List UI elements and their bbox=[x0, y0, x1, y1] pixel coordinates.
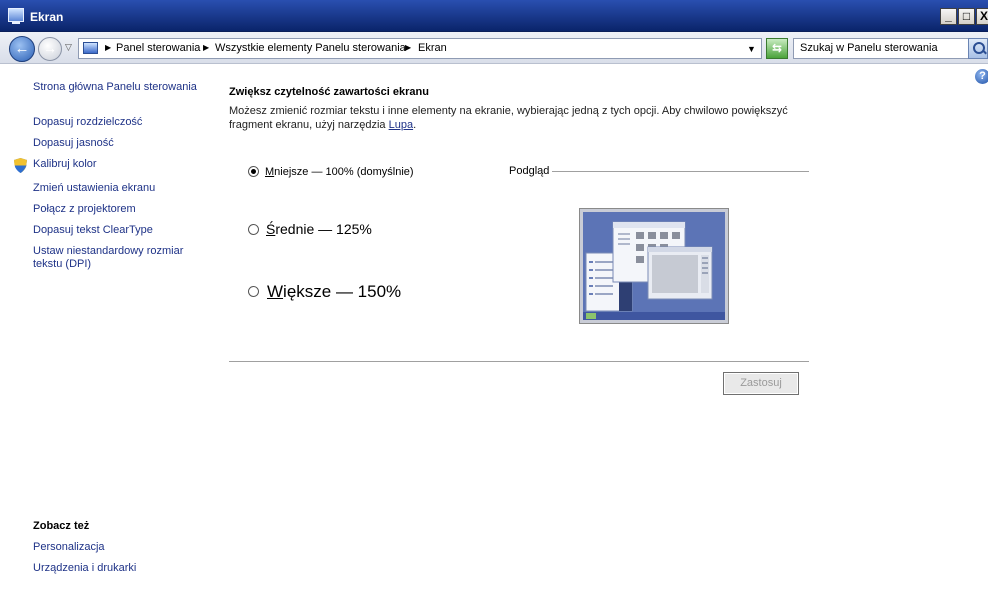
page-title: Zwiększ czytelność zawartości ekranu bbox=[229, 86, 429, 98]
sidebar-link-display-settings[interactable]: Zmień ustawienia ekranu bbox=[33, 182, 155, 195]
radio-smaller-mnemonic: M bbox=[265, 166, 275, 178]
search-icon[interactable] bbox=[968, 38, 988, 59]
see-also-title: Zobacz też bbox=[33, 520, 90, 532]
preview-divider bbox=[552, 171, 809, 172]
sidebar-link-dpi-line1[interactable]: Ustaw niestandardowy rozmiar bbox=[33, 245, 183, 258]
back-button[interactable]: ← bbox=[9, 36, 35, 62]
radio-larger-text: iększe — 150% bbox=[283, 282, 402, 301]
title-bar: Ekran _ □ X bbox=[0, 0, 988, 32]
shield-icon bbox=[14, 158, 27, 173]
sidebar-link-brightness[interactable]: Dopasuj jasność bbox=[33, 137, 114, 150]
sidebar-link-cleartype[interactable]: Dopasuj tekst ClearType bbox=[33, 224, 153, 237]
breadcrumb-ekran[interactable]: Ekran bbox=[418, 42, 447, 54]
radio-medium-label[interactable]: Średnie — 125% bbox=[266, 221, 372, 237]
refresh-button[interactable]: ⇆ bbox=[766, 38, 788, 59]
sidebar-link-devices-printers[interactable]: Urządzenia i drukarki bbox=[33, 562, 136, 575]
address-bar: ← → ▽ ▶ Panel sterowania ▶ Wszystkie ele… bbox=[0, 32, 988, 64]
preview-image bbox=[579, 208, 729, 324]
magnifier-link[interactable]: Lupa bbox=[389, 119, 413, 131]
chevron-down-icon[interactable]: ▼ bbox=[747, 44, 756, 54]
monitor-icon bbox=[8, 8, 24, 24]
arrow-right-icon: → bbox=[43, 40, 57, 56]
maximize-button[interactable]: □ bbox=[958, 8, 975, 25]
help-icon[interactable]: ? bbox=[975, 69, 988, 84]
chevron-right-icon[interactable]: ▶ bbox=[405, 43, 411, 52]
sidebar-link-calibrate[interactable]: Kalibruj kolor bbox=[33, 158, 97, 171]
sidebar-link-personalization[interactable]: Personalizacja bbox=[33, 541, 105, 554]
radio-medium[interactable] bbox=[248, 224, 259, 235]
radio-larger-label[interactable]: Większe — 150% bbox=[267, 282, 401, 302]
preview-illustration bbox=[583, 212, 725, 320]
close-button[interactable]: X bbox=[976, 8, 988, 25]
control-panel-icon bbox=[83, 42, 98, 54]
sidebar: Strona główna Panelu sterowania Dopasuj … bbox=[0, 64, 210, 589]
sidebar-link-resolution[interactable]: Dopasuj rozdzielczość bbox=[33, 116, 142, 129]
sidebar-link-dpi-line2[interactable]: tekstu (DPI) bbox=[33, 258, 91, 271]
arrow-left-icon: ← bbox=[14, 40, 30, 57]
content-divider bbox=[229, 361, 809, 362]
description-period: . bbox=[413, 119, 417, 131]
apply-button[interactable]: Zastosuj bbox=[723, 372, 799, 395]
radio-larger-mnemonic: W bbox=[267, 282, 284, 301]
preview-label: Podgląd bbox=[509, 165, 550, 177]
recent-pages-dropdown[interactable]: ▽ bbox=[65, 42, 72, 53]
forward-button[interactable]: → bbox=[38, 37, 62, 61]
description-text: fragment ekranu, użyj narzędzia bbox=[229, 119, 389, 131]
radio-smaller-label[interactable]: Mniejsze — 100% (domyślnie) bbox=[265, 166, 414, 178]
description-line-1: Możesz zmienić rozmiar tekstu i inne ele… bbox=[229, 105, 788, 117]
window-title: Ekran bbox=[30, 10, 64, 24]
address-field[interactable]: ▶ Panel sterowania ▶ Wszystkie elementy … bbox=[78, 38, 762, 59]
minimize-button[interactable]: _ bbox=[940, 8, 957, 25]
radio-larger[interactable] bbox=[248, 286, 259, 297]
sidebar-link-home[interactable]: Strona główna Panelu sterowania bbox=[33, 81, 197, 94]
refresh-icon: ⇆ bbox=[771, 41, 783, 55]
radio-smaller-text: niejsze — 100% (domyślnie) bbox=[274, 166, 414, 178]
radio-medium-mnemonic: Ś bbox=[266, 221, 276, 237]
radio-medium-text: rednie — 125% bbox=[275, 221, 372, 237]
sidebar-link-projector[interactable]: Połącz z projektorem bbox=[33, 203, 136, 216]
breadcrumb-all-items[interactable]: Wszystkie elementy Panelu sterowania bbox=[215, 42, 406, 54]
chevron-right-icon[interactable]: ▶ bbox=[105, 43, 111, 52]
breadcrumb-panel[interactable]: Panel sterowania bbox=[116, 42, 200, 54]
search-input[interactable]: Szukaj w Panelu sterowania bbox=[793, 38, 969, 59]
page-description: Możesz zmienić rozmiar tekstu i inne ele… bbox=[229, 104, 809, 132]
radio-smaller[interactable] bbox=[248, 166, 259, 177]
chevron-right-icon[interactable]: ▶ bbox=[203, 43, 209, 52]
description-line-2: fragment ekranu, użyj narzędzia Lupa. bbox=[229, 118, 809, 132]
